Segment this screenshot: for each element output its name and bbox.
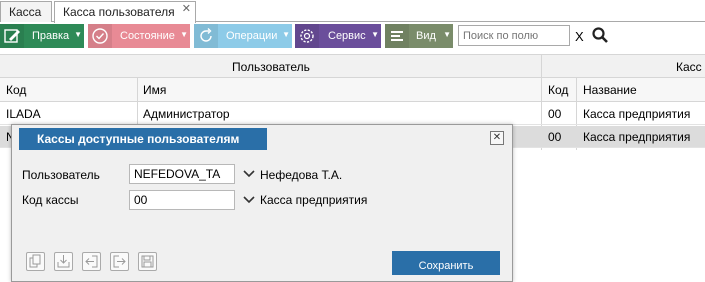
check-circle-icon bbox=[88, 24, 112, 48]
dialog-title: Кассы доступные пользователям bbox=[19, 128, 267, 150]
view-label: Вид bbox=[416, 30, 436, 42]
cell-cash-name: Касса предприятия bbox=[583, 107, 691, 121]
search-input[interactable] bbox=[458, 25, 570, 46]
tab-label: Касса пользователя bbox=[63, 5, 175, 19]
view-menu-button[interactable]: Вид ▼ bbox=[385, 24, 453, 48]
tab-kassa[interactable]: Касса bbox=[0, 1, 52, 22]
list-icon bbox=[385, 24, 409, 48]
service-menu-button[interactable]: Сервис ▼ bbox=[295, 24, 381, 48]
chevron-down-icon[interactable] bbox=[242, 193, 256, 207]
copy-icon bbox=[29, 254, 41, 268]
gear-icon bbox=[295, 24, 319, 48]
column-header-cash-name[interactable]: Название bbox=[583, 83, 637, 97]
cell-cash-code: 00 bbox=[548, 130, 562, 144]
group-header-row: Пользователь Касс bbox=[0, 54, 705, 78]
save-icon-button[interactable] bbox=[138, 252, 157, 271]
edit-menu-button[interactable]: Правка ▼ bbox=[0, 24, 84, 48]
operations-menu-button[interactable]: Операции ▼ bbox=[194, 24, 292, 48]
import-icon bbox=[85, 255, 98, 268]
group-header-cash: Касс bbox=[676, 60, 702, 74]
download-icon bbox=[57, 255, 70, 268]
state-label: Состояние bbox=[120, 30, 175, 42]
refresh-icon bbox=[194, 24, 218, 48]
chevron-down-icon: ▼ bbox=[282, 30, 290, 39]
user-description: Нефедова Т.А. bbox=[260, 168, 343, 182]
chevron-down-icon: ▼ bbox=[180, 30, 188, 39]
copy-button[interactable] bbox=[26, 252, 45, 271]
save-button[interactable]: Сохранить bbox=[392, 251, 500, 275]
cash-code-description: Касса предприятия bbox=[260, 193, 368, 207]
table-row[interactable]: ILADA Администратор 00 Касса предприятия bbox=[0, 103, 705, 125]
import-button[interactable] bbox=[82, 252, 101, 271]
close-icon[interactable]: ✕ bbox=[490, 131, 504, 145]
tab-kassa-user[interactable]: Касса пользователя ✕ bbox=[54, 1, 196, 23]
export-icon bbox=[113, 255, 126, 268]
floppy-icon bbox=[141, 255, 154, 268]
export-button[interactable] bbox=[110, 252, 129, 271]
cell-cash-name: Касса предприятия bbox=[583, 130, 691, 144]
edit-icon bbox=[0, 24, 24, 48]
tab-label: Касса bbox=[9, 5, 42, 19]
user-cash-dialog: Кассы доступные пользователям ✕ Пользова… bbox=[11, 124, 513, 282]
operations-label: Операции bbox=[226, 30, 278, 42]
column-header-row: Код Имя Код Название bbox=[0, 78, 705, 102]
close-icon[interactable]: ✕ bbox=[182, 2, 191, 15]
cash-code-field[interactable] bbox=[129, 190, 235, 210]
chevron-down-icon: ▼ bbox=[74, 30, 82, 39]
cell-code: ILADA bbox=[6, 107, 41, 121]
group-header-user: Пользователь bbox=[232, 60, 310, 74]
download-button[interactable] bbox=[54, 252, 73, 271]
chevron-down-icon: ▼ bbox=[443, 30, 451, 39]
edit-label: Правка bbox=[32, 30, 70, 42]
column-divider bbox=[541, 54, 542, 78]
user-field-label: Пользователь bbox=[22, 168, 100, 182]
column-header-name[interactable]: Имя bbox=[143, 83, 166, 97]
tab-bar: Касса Касса пользователя ✕ bbox=[0, 0, 705, 23]
user-field[interactable] bbox=[129, 164, 235, 184]
column-header-code[interactable]: Код bbox=[6, 83, 26, 97]
state-menu-button[interactable]: Состояние ▼ bbox=[88, 24, 190, 48]
clear-search-button[interactable]: X bbox=[575, 29, 584, 44]
cash-code-field-label: Код кассы bbox=[22, 193, 79, 207]
service-label: Сервис bbox=[328, 30, 366, 42]
search-icon[interactable] bbox=[591, 26, 609, 44]
chevron-down-icon[interactable] bbox=[242, 167, 256, 181]
cell-cash-code: 00 bbox=[548, 107, 562, 121]
column-header-cash-code[interactable]: Код bbox=[548, 83, 568, 97]
toolbar: Правка ▼ Состояние ▼ Операции ▼ Сервис ▼… bbox=[0, 24, 705, 49]
chevron-down-icon: ▼ bbox=[371, 30, 379, 39]
cell-name: Администратор bbox=[143, 107, 230, 121]
